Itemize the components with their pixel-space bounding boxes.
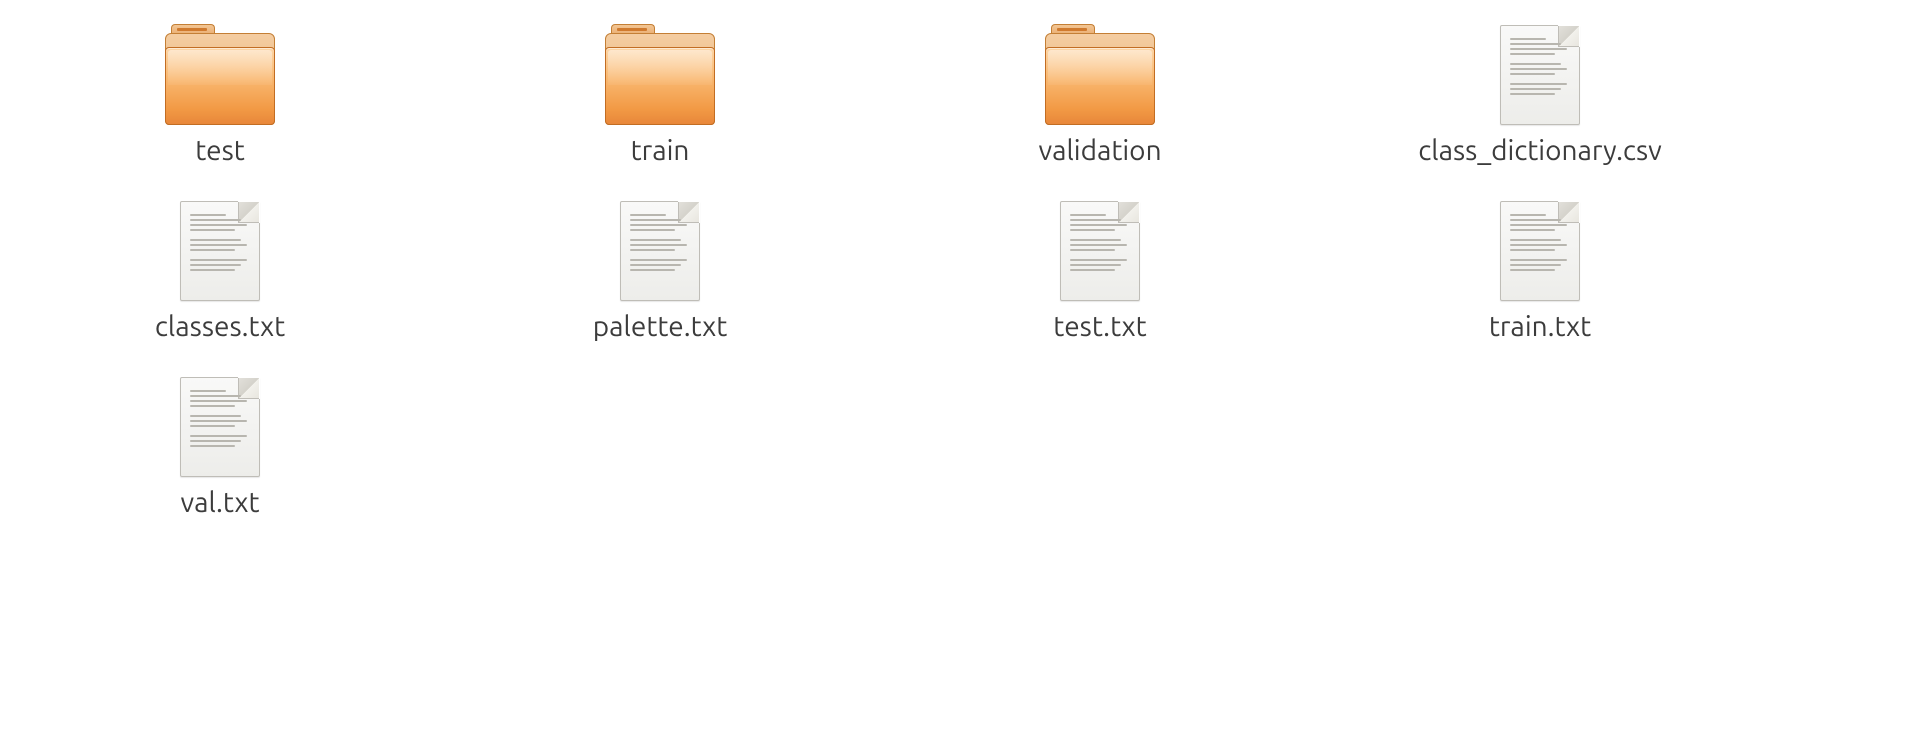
folder-icon — [1045, 33, 1155, 125]
file-label: palette.txt — [593, 311, 728, 342]
folder-icon — [605, 33, 715, 125]
file-label: train.txt — [1489, 311, 1591, 342]
file-label: train — [631, 135, 690, 166]
folder-test[interactable]: test — [70, 25, 370, 166]
file-label: validation — [1038, 135, 1161, 166]
file-icon-view: test train validation — [70, 25, 1920, 518]
text-file-icon — [1500, 201, 1580, 301]
text-file-icon — [620, 201, 700, 301]
text-file-icon — [1500, 25, 1580, 125]
text-file-icon — [180, 201, 260, 301]
folder-icon — [165, 33, 275, 125]
file-classes-txt[interactable]: classes.txt — [70, 201, 370, 342]
file-label: test — [195, 135, 245, 166]
file-label: classes.txt — [155, 311, 285, 342]
text-file-icon — [1060, 201, 1140, 301]
file-test-txt[interactable]: test.txt — [950, 201, 1250, 342]
file-palette-txt[interactable]: palette.txt — [510, 201, 810, 342]
file-label: test.txt — [1053, 311, 1146, 342]
file-val-txt[interactable]: val.txt — [70, 377, 370, 518]
file-label: val.txt — [181, 487, 260, 518]
folder-train[interactable]: train — [510, 25, 810, 166]
file-class-dictionary-csv[interactable]: class_dictionary.csv — [1390, 25, 1690, 166]
file-label: class_dictionary.csv — [1418, 135, 1662, 166]
file-train-txt[interactable]: train.txt — [1390, 201, 1690, 342]
folder-validation[interactable]: validation — [950, 25, 1250, 166]
text-file-icon — [180, 377, 260, 477]
